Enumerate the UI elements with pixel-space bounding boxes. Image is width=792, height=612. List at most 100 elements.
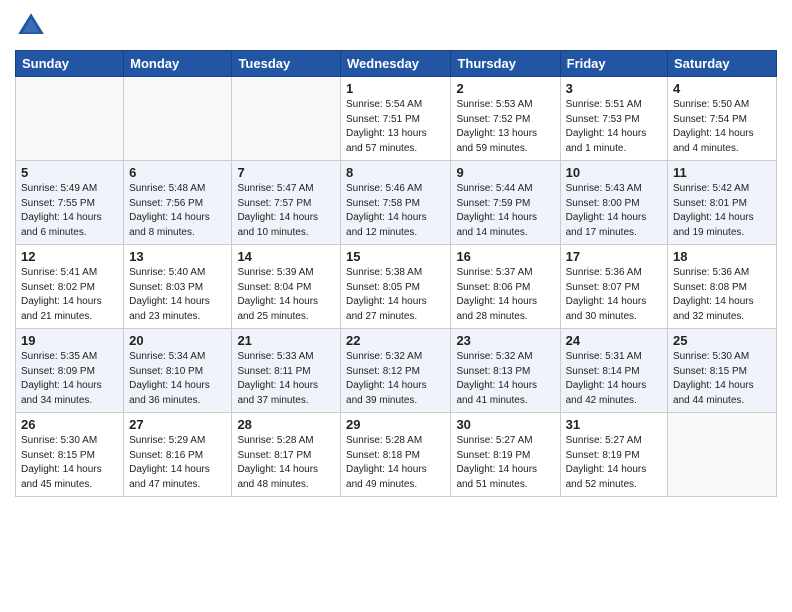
calendar-cell: 11 Sunrise: 5:42 AM Sunset: 8:01 PM Dayli… <box>668 161 777 245</box>
day-info: Sunrise: 5:28 AM Sunset: 8:17 PM Dayligh… <box>237 434 335 492</box>
calendar-cell: 25Sunrise: 5:30 AM Sunset: 8:15 PM Dayli… <box>668 329 777 413</box>
day-info: Sunrise: 5:28 AM Sunset: 8:18 PM Dayligh… <box>346 434 445 492</box>
day-number: 18 <box>673 249 771 264</box>
day-number: 22 <box>346 333 445 348</box>
calendar-cell: 19Sunrise: 5:35 AM Sunset: 8:09 PM Dayli… <box>16 329 124 413</box>
weekday-header: Wednesday <box>341 51 451 77</box>
calendar-cell <box>668 413 777 497</box>
calendar-cell: 2 Sunrise: 5:53 AM Sunset: 7:52 PM Daylig… <box>451 77 560 161</box>
calendar-cell <box>232 77 341 161</box>
day-info: Sunrise: 5:53 AM Sunset: 7:52 PM Dayligh… <box>456 98 554 156</box>
calendar-cell: 14 Sunrise: 5:39 AM Sunset: 8:04 PM Dayli… <box>232 245 341 329</box>
calendar-cell: 5Sunrise: 5:49 AM Sunset: 7:55 PM Daylig… <box>16 161 124 245</box>
day-number: 10 <box>566 165 662 180</box>
calendar-cell: 9 Sunrise: 5:44 AM Sunset: 7:59 PM Daylig… <box>451 161 560 245</box>
calendar-cell: 16 Sunrise: 5:37 AM Sunset: 8:06 PM Dayli… <box>451 245 560 329</box>
day-info: Sunrise: 5:46 AM Sunset: 7:58 PM Dayligh… <box>346 182 445 240</box>
calendar-cell: 7 Sunrise: 5:47 AM Sunset: 7:57 PM Daylig… <box>232 161 341 245</box>
day-number: 17 <box>566 249 662 264</box>
day-info: Sunrise: 5:32 AM Sunset: 8:13 PM Dayligh… <box>456 350 554 408</box>
day-info: Sunrise: 5:43 AM Sunset: 8:00 PM Dayligh… <box>566 182 662 240</box>
calendar-cell: 21Sunrise: 5:33 AM Sunset: 8:11 PM Dayli… <box>232 329 341 413</box>
day-info: Sunrise: 5:34 AM Sunset: 8:10 PM Dayligh… <box>129 350 226 408</box>
day-info: Sunrise: 5:47 AM Sunset: 7:57 PM Dayligh… <box>237 182 335 240</box>
day-number: 19 <box>21 333 118 348</box>
weekday-header: Tuesday <box>232 51 341 77</box>
day-number: 12 <box>21 249 118 264</box>
calendar-cell: 28Sunrise: 5:28 AM Sunset: 8:17 PM Dayli… <box>232 413 341 497</box>
calendar-cell: 26 Sunrise: 5:30 AM Sunset: 8:15 PM Dayli… <box>16 413 124 497</box>
day-info: Sunrise: 5:41 AM Sunset: 8:02 PM Dayligh… <box>21 266 118 324</box>
calendar-cell: 27Sunrise: 5:29 AM Sunset: 8:16 PM Dayli… <box>124 413 232 497</box>
day-info: Sunrise: 5:44 AM Sunset: 7:59 PM Dayligh… <box>456 182 554 240</box>
day-number: 20 <box>129 333 226 348</box>
day-number: 1 <box>346 81 445 96</box>
day-info: Sunrise: 5:30 AM Sunset: 8:15 PM Dayligh… <box>21 434 118 492</box>
day-number: 7 <box>237 165 335 180</box>
calendar-cell: 15 Sunrise: 5:38 AM Sunset: 8:05 PM Dayli… <box>341 245 451 329</box>
day-number: 9 <box>456 165 554 180</box>
calendar-cell <box>124 77 232 161</box>
calendar-cell: 17 Sunrise: 5:36 AM Sunset: 8:07 PM Dayli… <box>560 245 667 329</box>
day-number: 11 <box>673 165 771 180</box>
calendar-week-row: 1 Sunrise: 5:54 AM Sunset: 7:51 PM Daylig… <box>16 77 777 161</box>
weekday-header: Saturday <box>668 51 777 77</box>
day-info: Sunrise: 5:36 AM Sunset: 8:07 PM Dayligh… <box>566 266 662 324</box>
day-number: 5 <box>21 165 118 180</box>
weekday-header: Thursday <box>451 51 560 77</box>
day-info: Sunrise: 5:32 AM Sunset: 8:12 PM Dayligh… <box>346 350 445 408</box>
day-number: 3 <box>566 81 662 96</box>
day-info: Sunrise: 5:39 AM Sunset: 8:04 PM Dayligh… <box>237 266 335 324</box>
day-number: 30 <box>456 417 554 432</box>
day-number: 26 <box>21 417 118 432</box>
weekday-header-row: SundayMondayTuesdayWednesdayThursdayFrid… <box>16 51 777 77</box>
day-info: Sunrise: 5:54 AM Sunset: 7:51 PM Dayligh… <box>346 98 445 156</box>
day-number: 16 <box>456 249 554 264</box>
calendar-week-row: 5Sunrise: 5:49 AM Sunset: 7:55 PM Daylig… <box>16 161 777 245</box>
calendar-week-row: 12 Sunrise: 5:41 AM Sunset: 8:02 PM Dayli… <box>16 245 777 329</box>
calendar-cell: 6Sunrise: 5:48 AM Sunset: 7:56 PM Daylig… <box>124 161 232 245</box>
day-info: Sunrise: 5:29 AM Sunset: 8:16 PM Dayligh… <box>129 434 226 492</box>
day-info: Sunrise: 5:27 AM Sunset: 8:19 PM Dayligh… <box>566 434 662 492</box>
day-number: 24 <box>566 333 662 348</box>
calendar-cell: 18 Sunrise: 5:36 AM Sunset: 8:08 PM Dayli… <box>668 245 777 329</box>
day-number: 2 <box>456 81 554 96</box>
calendar-cell: 23 Sunrise: 5:32 AM Sunset: 8:13 PM Dayli… <box>451 329 560 413</box>
calendar-week-row: 26 Sunrise: 5:30 AM Sunset: 8:15 PM Dayli… <box>16 413 777 497</box>
weekday-header: Friday <box>560 51 667 77</box>
calendar-cell: 10 Sunrise: 5:43 AM Sunset: 8:00 PM Dayli… <box>560 161 667 245</box>
day-info: Sunrise: 5:40 AM Sunset: 8:03 PM Dayligh… <box>129 266 226 324</box>
day-number: 6 <box>129 165 226 180</box>
day-info: Sunrise: 5:36 AM Sunset: 8:08 PM Dayligh… <box>673 266 771 324</box>
calendar-cell: 20 Sunrise: 5:34 AM Sunset: 8:10 PM Dayli… <box>124 329 232 413</box>
logo <box>15 10 51 42</box>
day-number: 8 <box>346 165 445 180</box>
day-number: 29 <box>346 417 445 432</box>
day-number: 15 <box>346 249 445 264</box>
calendar-cell: 13Sunrise: 5:40 AM Sunset: 8:03 PM Dayli… <box>124 245 232 329</box>
calendar-cell: 1 Sunrise: 5:54 AM Sunset: 7:51 PM Daylig… <box>341 77 451 161</box>
day-info: Sunrise: 5:38 AM Sunset: 8:05 PM Dayligh… <box>346 266 445 324</box>
logo-icon <box>15 10 47 42</box>
weekday-header: Monday <box>124 51 232 77</box>
day-number: 14 <box>237 249 335 264</box>
day-number: 25 <box>673 333 771 348</box>
day-info: Sunrise: 5:50 AM Sunset: 7:54 PM Dayligh… <box>673 98 771 156</box>
day-number: 23 <box>456 333 554 348</box>
day-number: 31 <box>566 417 662 432</box>
calendar-cell: 22 Sunrise: 5:32 AM Sunset: 8:12 PM Dayli… <box>341 329 451 413</box>
day-info: Sunrise: 5:37 AM Sunset: 8:06 PM Dayligh… <box>456 266 554 324</box>
day-info: Sunrise: 5:51 AM Sunset: 7:53 PM Dayligh… <box>566 98 662 156</box>
calendar-cell: 4 Sunrise: 5:50 AM Sunset: 7:54 PM Daylig… <box>668 77 777 161</box>
calendar-cell: 3 Sunrise: 5:51 AM Sunset: 7:53 PM Daylig… <box>560 77 667 161</box>
day-info: Sunrise: 5:31 AM Sunset: 8:14 PM Dayligh… <box>566 350 662 408</box>
calendar-week-row: 19Sunrise: 5:35 AM Sunset: 8:09 PM Dayli… <box>16 329 777 413</box>
day-number: 4 <box>673 81 771 96</box>
calendar-cell: 31 Sunrise: 5:27 AM Sunset: 8:19 PM Dayli… <box>560 413 667 497</box>
day-number: 21 <box>237 333 335 348</box>
calendar-cell <box>16 77 124 161</box>
day-info: Sunrise: 5:42 AM Sunset: 8:01 PM Dayligh… <box>673 182 771 240</box>
calendar: SundayMondayTuesdayWednesdayThursdayFrid… <box>15 50 777 497</box>
calendar-cell: 12 Sunrise: 5:41 AM Sunset: 8:02 PM Dayli… <box>16 245 124 329</box>
calendar-cell: 29 Sunrise: 5:28 AM Sunset: 8:18 PM Dayli… <box>341 413 451 497</box>
